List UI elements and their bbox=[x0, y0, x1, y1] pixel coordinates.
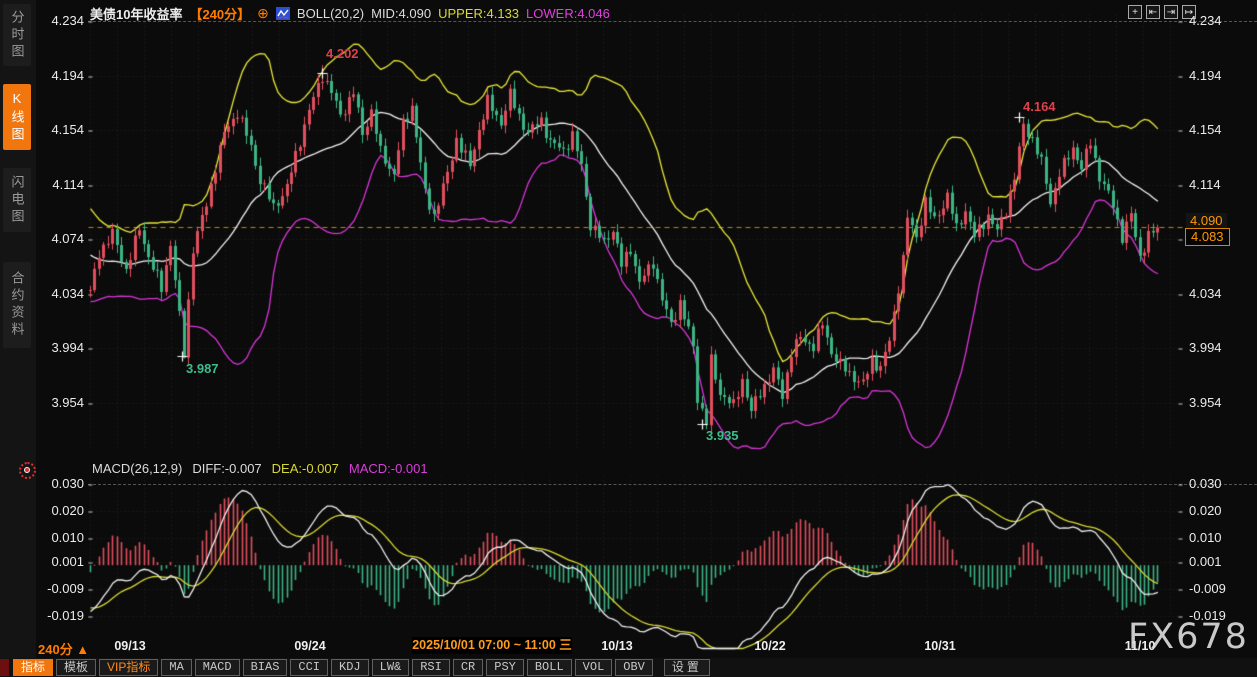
macd-dea-value: DEA:-0.007 bbox=[272, 461, 339, 476]
sidebar: 分时图 K线图 闪电图 合约资料 bbox=[0, 0, 36, 658]
fx678-watermark: FX678 bbox=[1128, 617, 1249, 657]
toolbar-item-vip-indicator[interactable]: VIP指标 bbox=[99, 659, 158, 676]
toolbar-item-obv[interactable]: OBV bbox=[615, 659, 653, 676]
macd-axis-label-right: -0.009 bbox=[1189, 581, 1251, 596]
toolbar-item-boll[interactable]: BOLL bbox=[527, 659, 572, 676]
macd-axis-label-left: -0.009 bbox=[36, 581, 84, 596]
sidebar-tab-flash[interactable]: 闪电图 bbox=[3, 168, 31, 232]
macd-header: MACD(26,12,9) DIFF:-0.007 DEA:-0.007 MAC… bbox=[92, 461, 428, 476]
price-axis-label-right: 4.154 bbox=[1189, 122, 1251, 137]
sidebar-tab-contract-info[interactable]: 合约资料 bbox=[3, 262, 31, 348]
toolbar-corner-marker bbox=[0, 659, 9, 676]
x-axis-date: 09/13 bbox=[114, 639, 145, 653]
price-annotation: 3.987 bbox=[186, 361, 219, 376]
macd-axis-label-right: 0.001 bbox=[1189, 554, 1251, 569]
macd-chart-canvas[interactable] bbox=[88, 460, 1183, 655]
period-label: 【240分】 bbox=[189, 4, 250, 23]
kline-chart-app: 分时图 K线图 闪电图 合约资料 美债10年收益率 【240分】 ⊕ BOLL(… bbox=[0, 0, 1257, 677]
chart-tool-icons: + ⇤ ⇥ ↦ bbox=[1128, 5, 1196, 19]
toolbar-item-psy[interactable]: PSY bbox=[486, 659, 524, 676]
macd-diff-value: DIFF:-0.007 bbox=[192, 461, 261, 476]
add-indicator-icon[interactable]: ⊕ bbox=[257, 7, 269, 20]
price-axis-label-right: 4.034 bbox=[1189, 286, 1251, 301]
macd-axis-label-left: 0.001 bbox=[36, 554, 84, 569]
price-axis-label-right: 4.194 bbox=[1189, 68, 1251, 83]
macd-axis-label-right: 0.020 bbox=[1189, 503, 1251, 518]
toolbar-item-template[interactable]: 模板 bbox=[56, 659, 96, 676]
pan-left-icon[interactable]: ⇤ bbox=[1146, 5, 1160, 19]
x-axis-date: 10/13 bbox=[601, 639, 632, 653]
price-axis-label-left: 3.994 bbox=[36, 340, 84, 355]
sidebar-tab-kline[interactable]: K线图 bbox=[3, 84, 31, 150]
price-axis-label-left: 4.034 bbox=[36, 286, 84, 301]
price-axis-label-right: 3.994 bbox=[1189, 340, 1251, 355]
price-axis-label-right: 4.234 bbox=[1189, 13, 1251, 28]
macd-axis-label-left: 0.010 bbox=[36, 530, 84, 545]
macd-axis-label-right: -0.019 bbox=[1189, 608, 1251, 623]
macd-axis-label-right: 0.030 bbox=[1189, 476, 1251, 491]
macd-axis-label-left: 0.030 bbox=[36, 476, 84, 491]
macd-axis-label-right: 0.010 bbox=[1189, 530, 1251, 545]
macd-axis-label-left: -0.019 bbox=[36, 608, 84, 623]
toolbar-item-rsi[interactable]: RSI bbox=[412, 659, 450, 676]
boll-mid-value: MID:4.090 bbox=[371, 6, 431, 21]
macd-hist-value: MACD:-0.001 bbox=[349, 461, 428, 476]
period-selector[interactable]: 240分 ▲ bbox=[38, 639, 89, 658]
pan-right-icon[interactable]: ⇥ bbox=[1164, 5, 1178, 19]
toolbar-item-ma[interactable]: MA bbox=[161, 659, 191, 676]
price-axis-label-left: 3.954 bbox=[36, 395, 84, 410]
last-price-tag: 4.083 bbox=[1185, 228, 1230, 246]
price-annotation: 4.202 bbox=[326, 46, 359, 61]
price-axis-label-left: 4.074 bbox=[36, 231, 84, 246]
boll-lower-value: LOWER:4.046 bbox=[526, 6, 610, 21]
price-line-tag: 4.090 bbox=[1186, 213, 1227, 228]
price-axis-label-left: 4.154 bbox=[36, 122, 84, 137]
x-axis-date: 10/22 bbox=[754, 639, 785, 653]
macd-axis-label-left: 0.020 bbox=[36, 503, 84, 518]
price-annotation: 4.164 bbox=[1023, 99, 1056, 114]
price-axis-label-right: 3.954 bbox=[1189, 395, 1251, 410]
toolbar-item-cci[interactable]: CCI bbox=[290, 659, 328, 676]
toolbar-item-lwr[interactable]: LW& bbox=[372, 659, 410, 676]
x-axis-date: 09/24 bbox=[294, 639, 325, 653]
toolbar-item-cr[interactable]: CR bbox=[453, 659, 483, 676]
bottom-toolbar: 指标 模板 VIP指标 MA MACD BIAS CCI KDJ LW& RSI… bbox=[0, 658, 1257, 677]
macd-formula-label: MACD(26,12,9) bbox=[92, 461, 182, 476]
sidebar-tab-timeline[interactable]: 分时图 bbox=[3, 4, 31, 66]
chart-header: 美债10年收益率 【240分】 ⊕ BOLL(20,2) MID:4.090 U… bbox=[90, 4, 610, 23]
price-axis-label-left: 4.234 bbox=[36, 13, 84, 28]
toolbar-item-indicator[interactable]: 指标 bbox=[13, 659, 53, 676]
x-axis-row: 240分 ▲ 09/13 09/24 2025/10/01 07:00 ~ 11… bbox=[0, 636, 1257, 656]
crosshair-icon[interactable]: + bbox=[1128, 5, 1142, 19]
toolbar-item-settings[interactable]: 设置 bbox=[664, 659, 710, 676]
toolbar-item-vol[interactable]: VOL bbox=[575, 659, 613, 676]
boll-upper-value: UPPER:4.133 bbox=[438, 6, 519, 21]
x-axis-date: 10/31 bbox=[924, 639, 955, 653]
alert-icon[interactable] bbox=[19, 462, 36, 479]
main-chart-canvas[interactable] bbox=[88, 0, 1183, 460]
price-axis-label-left: 4.114 bbox=[36, 177, 84, 192]
chart-style-icon[interactable] bbox=[276, 7, 290, 20]
price-axis-label-left: 4.194 bbox=[36, 68, 84, 83]
boll-formula-label: BOLL(20,2) bbox=[297, 6, 364, 21]
price-annotation: 3.935 bbox=[706, 428, 739, 443]
toolbar-item-kdj[interactable]: KDJ bbox=[331, 659, 369, 676]
price-axis-label-right: 4.114 bbox=[1189, 177, 1251, 192]
toolbar-item-bias[interactable]: BIAS bbox=[243, 659, 288, 676]
crosshair-date-label: 2025/10/01 07:00 ~ 11:00 三 bbox=[412, 637, 572, 654]
toolbar-item-macd[interactable]: MACD bbox=[195, 659, 240, 676]
symbol-title: 美债10年收益率 bbox=[90, 4, 182, 23]
